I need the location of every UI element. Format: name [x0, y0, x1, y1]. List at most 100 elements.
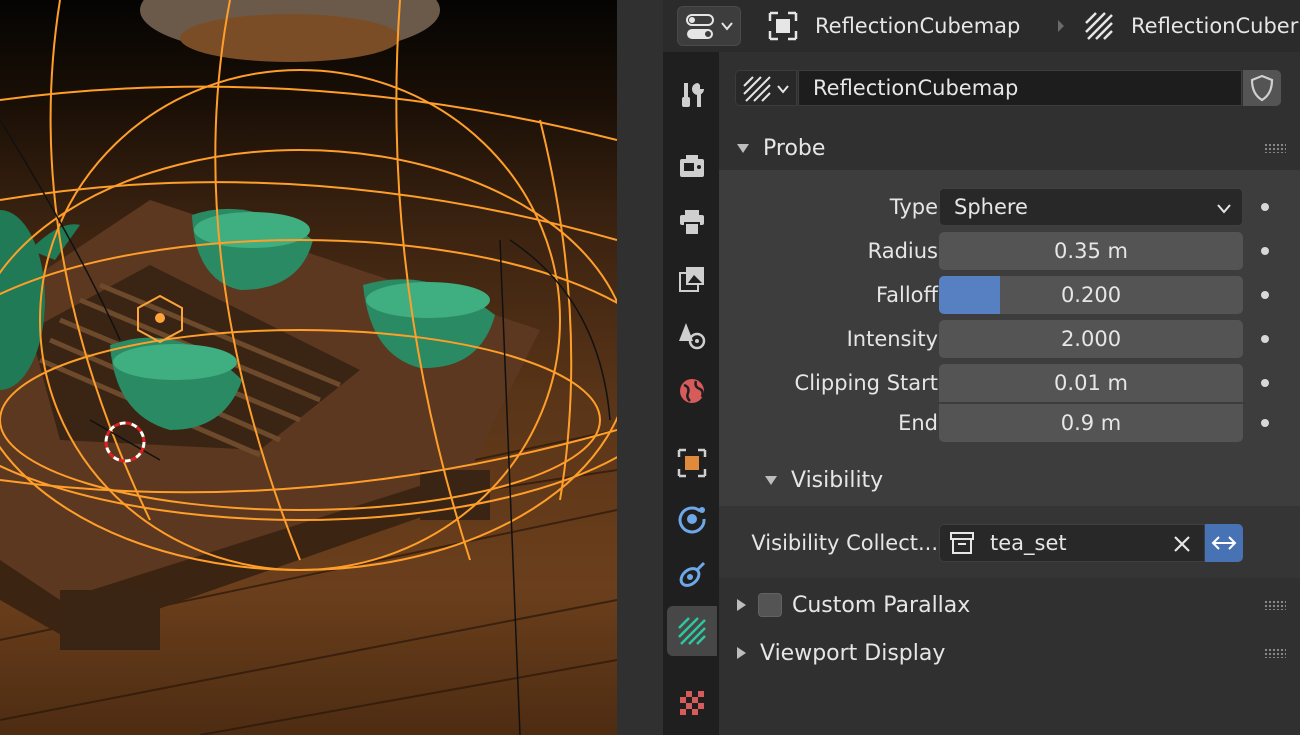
physics-tab[interactable] [667, 494, 717, 544]
visibility-collection-label: Visibility Collect... [751, 531, 938, 555]
shield-icon [1250, 74, 1274, 102]
properties-header: ReflectionCubemap ReflectionCuber [663, 0, 1300, 52]
type-label: Type [889, 195, 938, 219]
drag-handle-icon[interactable] [1264, 648, 1286, 658]
clipping-start-row: Clipping Start 0.01 m [719, 364, 1300, 402]
falloff-label: Falloff [875, 283, 938, 307]
keyframe-dot-icon[interactable] [1261, 291, 1269, 299]
expand-arrow-icon [737, 647, 746, 659]
light-probe-icon [1085, 12, 1113, 40]
collection-box-icon [950, 532, 974, 554]
object-tab[interactable] [667, 438, 717, 488]
visibility-subpanel-title: Visibility [791, 467, 884, 493]
viewport-display-title: Viewport Display [760, 640, 946, 666]
probe-panel-title: Probe [763, 135, 826, 161]
output-tab[interactable] [667, 198, 717, 248]
keyframe-dot-icon[interactable] [1261, 379, 1269, 387]
data-tab[interactable] [667, 606, 717, 656]
scene-tab[interactable] [667, 310, 717, 360]
intensity-field[interactable]: 2.000 [939, 320, 1243, 358]
intensity-value: 2.000 [1060, 327, 1122, 351]
visibility-collection-field[interactable]: tea_set [939, 524, 1205, 562]
falloff-slider[interactable]: 0.200 [939, 276, 1243, 314]
radius-field[interactable]: 0.35 m [939, 232, 1243, 270]
falloff-row: Falloff 0.200 [719, 276, 1300, 314]
invert-collection-button[interactable] [1205, 524, 1243, 562]
wrench-screwdriver-icon [682, 83, 704, 107]
drag-handle-icon[interactable] [1264, 143, 1286, 153]
checker-icon [680, 691, 704, 715]
radius-value: 0.35 m [1054, 239, 1128, 263]
clipping-end-value: 0.9 m [1060, 411, 1122, 435]
texture-tab[interactable] [667, 678, 717, 728]
drag-handle-icon[interactable] [1264, 600, 1286, 610]
clipping-start-value: 0.01 m [1054, 371, 1128, 395]
visibility-collection-row: Visibility Collect... tea_set [719, 524, 1300, 562]
viewport-scene [0, 0, 617, 735]
editor-type-button[interactable] [677, 6, 741, 46]
keyframe-dot-icon[interactable] [1261, 203, 1269, 211]
area-divider[interactable] [617, 0, 663, 735]
image-stack-icon [679, 267, 704, 292]
clipping-start-field[interactable]: 0.01 m [939, 364, 1243, 402]
visibility-subpanel-body: Visibility Collect... tea_set [719, 506, 1300, 578]
custom-parallax-title: Custom Parallax [792, 592, 971, 618]
type-value: Sphere [954, 195, 1028, 219]
world-tab[interactable] [667, 366, 717, 416]
3d-viewport[interactable] [0, 0, 617, 735]
type-row: Type Sphere [719, 188, 1300, 226]
light-probe-icon [743, 76, 789, 102]
clipping-start-label: Clipping Start [794, 371, 938, 395]
intensity-label: Intensity [846, 327, 938, 351]
view-layer-tab[interactable] [667, 254, 717, 304]
constraints-tab[interactable] [667, 550, 717, 600]
intensity-row: Intensity 2.000 [719, 320, 1300, 358]
probe-panel-body: Type Sphere Radius 0.35 m Falloff 0.200 … [719, 170, 1300, 578]
breadcrumb-object-label: ReflectionCubemap [815, 14, 1021, 38]
printer-icon [680, 210, 704, 236]
chevron-down-icon [1217, 204, 1231, 214]
orbit-icon [678, 506, 706, 534]
browse-datablock-button[interactable] [735, 70, 797, 106]
visibility-subpanel-header[interactable]: Visibility [719, 460, 1300, 500]
light-probe-icon [678, 617, 706, 645]
breadcrumb-data: ReflectionCuber [1083, 6, 1298, 46]
properties-tabs [663, 52, 719, 735]
falloff-value: 0.200 [1060, 283, 1122, 307]
custom-parallax-checkbox[interactable] [758, 593, 782, 617]
collapse-arrow-icon [737, 143, 749, 153]
orange-square-icon [677, 448, 707, 478]
globe-icon [680, 379, 704, 403]
keyframe-dot-icon[interactable] [1261, 419, 1269, 427]
keyframe-dot-icon[interactable] [1261, 335, 1269, 343]
properties-panel: ReflectionCubemap Probe Type Sphere Radi… [719, 52, 1300, 735]
object-icon [768, 11, 798, 41]
radius-label: Radius [867, 239, 938, 263]
properties-editor: ReflectionCubemap ReflectionCuber Reflec… [663, 0, 1300, 735]
keyframe-dot-icon[interactable] [1261, 247, 1269, 255]
clipping-end-field[interactable]: 0.9 m [939, 404, 1243, 442]
expand-arrow-icon [737, 599, 746, 611]
cone-sphere-icon [679, 323, 706, 350]
breadcrumb-separator [1058, 20, 1064, 32]
type-dropdown[interactable]: Sphere [939, 188, 1243, 226]
custom-parallax-panel-header[interactable]: Custom Parallax [719, 582, 1300, 628]
radius-row: Radius 0.35 m [719, 232, 1300, 270]
fake-user-button[interactable] [1243, 70, 1281, 106]
datablock-name-field[interactable]: ReflectionCubemap [798, 70, 1242, 106]
tool-tab[interactable] [667, 70, 717, 120]
render-tab[interactable] [667, 142, 717, 192]
datablock-selector: ReflectionCubemap [735, 70, 1281, 106]
properties-editor-icon [686, 14, 733, 39]
probe-panel-header[interactable]: Probe [719, 125, 1300, 171]
viewport-display-panel-header[interactable]: Viewport Display [719, 630, 1300, 676]
falloff-slider-fill [939, 276, 1000, 314]
camera-back-icon [680, 155, 704, 177]
visibility-collection-value: tea_set [990, 531, 1067, 555]
constraint-icon [679, 561, 706, 587]
clipping-end-label: End [898, 411, 938, 435]
clear-x-icon[interactable] [1172, 534, 1192, 554]
clipping-end-row: End 0.9 m [719, 404, 1300, 442]
double-arrow-icon [1211, 536, 1237, 550]
breadcrumb-data-label: ReflectionCuber [1131, 14, 1299, 38]
